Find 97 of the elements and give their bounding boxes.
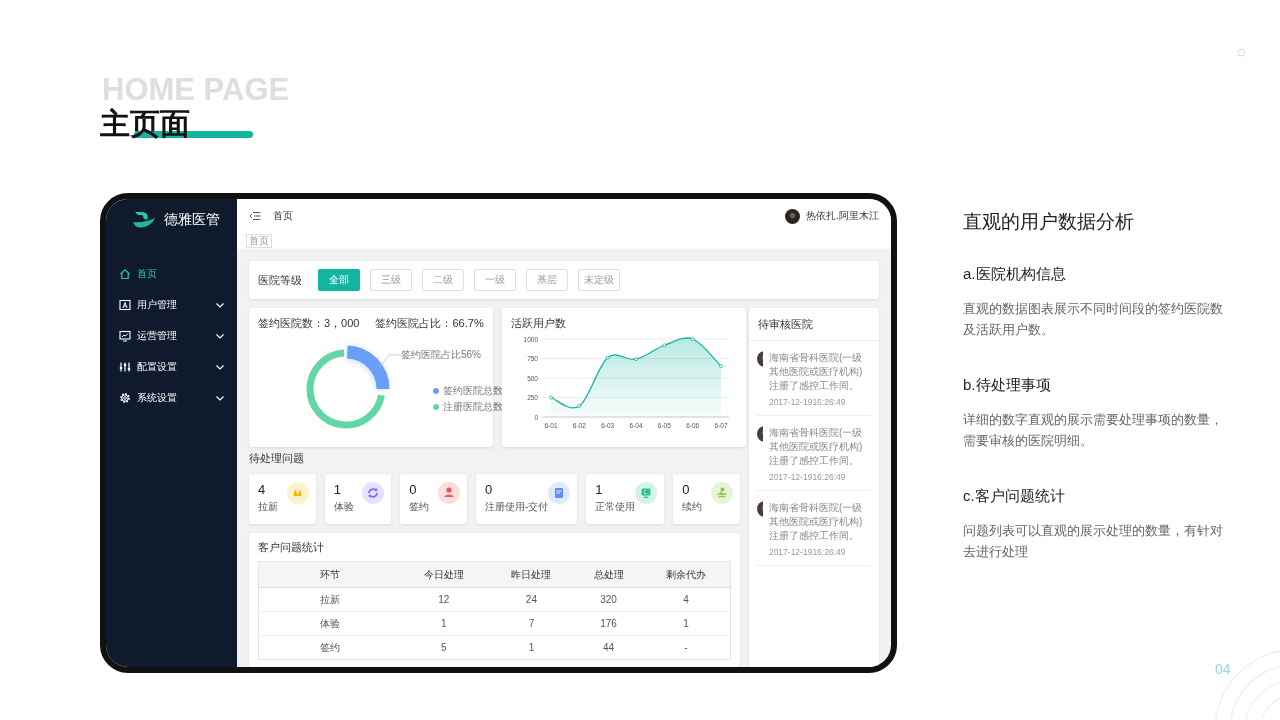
sidebar-item[interactable]: 首页: [106, 264, 237, 283]
id-card-icon: [119, 298, 131, 311]
section-title: 待处理问题: [249, 451, 305, 466]
avatar: [757, 426, 763, 442]
data-point: [662, 343, 666, 348]
stat-value: 0: [682, 482, 691, 497]
section-heading: b.待处理事项: [963, 376, 1052, 395]
page-number: 04: [1215, 661, 1231, 677]
avatar[interactable]: [785, 208, 801, 224]
data-point: [548, 395, 553, 400]
table-title: 客户问题统计: [258, 540, 325, 555]
stat-icon: [286, 482, 309, 504]
stat-value: 0: [485, 482, 494, 497]
sidebar-item[interactable]: 系统设置: [106, 388, 237, 407]
stat-value: 0: [409, 482, 418, 497]
column-header: 昨日处理: [487, 561, 576, 588]
review-time: 2017-12-1916:26:49: [768, 547, 847, 557]
stat-icon: [362, 482, 385, 504]
stat-label: 注册使用-交付: [485, 500, 549, 514]
page-heading: 首页: [273, 209, 294, 223]
section-heading: c.客户问题统计: [963, 487, 1066, 506]
notes-heading: 直观的用户数据分析: [963, 210, 1135, 234]
filter-label: 医院等级: [258, 272, 302, 288]
table-cell: 4: [641, 587, 731, 612]
stat-label: 体验: [333, 500, 354, 514]
table-cell: 1: [641, 611, 731, 636]
section-text: 直观的数据图表展示不同时间段的签约医院数及活跃用户数。: [963, 300, 1224, 339]
signed-count: 签约医院数：3，000: [258, 316, 360, 331]
table-cell: 176: [575, 611, 642, 636]
sidebar-item[interactable]: 配置设置: [106, 357, 237, 376]
filter-button[interactable]: 未定级: [578, 269, 620, 291]
circle-ornament: [1237, 48, 1246, 57]
data-point: [690, 337, 695, 341]
table-cell: 12: [400, 587, 488, 612]
table-cell: 签约: [258, 635, 401, 660]
donut-annotation: 签约医院占比56%: [401, 348, 481, 362]
table-cell: 体验: [258, 611, 401, 636]
table-cell: 44: [575, 635, 642, 660]
review-message: 海南省骨科医院(一级其他医院或医疗机构)注册了感控工作间。: [768, 351, 864, 393]
filter-button[interactable]: 基层: [526, 269, 568, 291]
table-cell: 7: [487, 611, 576, 636]
app-name: 德雅医管: [164, 211, 220, 229]
column-header: 剩余代办: [641, 561, 731, 588]
stat-icon: [635, 482, 658, 504]
review-time: 2017-12-1916:26:49: [768, 472, 847, 482]
section-text: 问题列表可以直观的展示处理的数量，有针对去进行处理: [963, 522, 1224, 561]
stat-label: 签约: [409, 500, 430, 514]
column-header: 环节: [258, 561, 401, 588]
table-cell: 拉新: [258, 587, 401, 612]
stat-label: 续约: [682, 500, 703, 514]
table-cell: 1: [400, 611, 488, 636]
stat-label: 正常使用: [595, 500, 636, 514]
filter-button[interactable]: 二级: [422, 269, 464, 291]
table-cell: 24: [487, 587, 576, 612]
data-point: [605, 355, 610, 360]
filter-button[interactable]: 三级: [370, 269, 412, 291]
review-message: 海南省骨科医院(一级其他医院或医疗机构)注册了感控工作间。: [768, 426, 864, 468]
sidebar-item[interactable]: 用户管理: [106, 295, 237, 314]
home-icon: [119, 267, 131, 280]
data-point: [718, 364, 723, 369]
section-heading: a.医院机构信息: [963, 265, 1067, 284]
sliders-icon: [119, 360, 131, 373]
section-text: 详细的数字直观的展示需要处理事项的数量，需要审核的医院明细。: [963, 411, 1224, 450]
stat-value: 1: [333, 482, 342, 497]
chart-monitor-icon: [119, 329, 131, 342]
logo-icon: [132, 210, 156, 230]
stat-value: 1: [595, 482, 604, 497]
legend-label: 签约医院总数: [443, 384, 503, 398]
table-cell: -: [641, 635, 731, 660]
breadcrumb-tab[interactable]: 首页: [246, 234, 272, 248]
panel-title: 待审核医院: [749, 308, 879, 341]
stat-icon: [548, 482, 571, 504]
filter-button[interactable]: 一级: [474, 269, 516, 291]
column-header: 今日处理: [400, 561, 488, 588]
stat-value: 4: [258, 482, 267, 497]
avatar: [757, 501, 763, 517]
legend-label: 注册医院总数: [443, 400, 503, 414]
data-point: [633, 357, 638, 362]
user-name: 热依扎.阿里木江: [806, 209, 879, 223]
menu-icon[interactable]: [249, 211, 261, 221]
review-message: 海南省骨科医院(一级其他医院或医疗机构)注册了感控工作间。: [768, 501, 864, 543]
chart-title: 活跃用户数: [510, 316, 566, 331]
stat-icon: [438, 482, 460, 504]
gear-icon: [119, 391, 131, 404]
column-header: 总处理: [575, 561, 642, 588]
table-cell: 5: [400, 635, 488, 660]
table-cell: 320: [575, 587, 642, 612]
table-cell: 1: [487, 635, 576, 660]
signed-ratio: 签约医院占比：66.7%: [375, 316, 484, 331]
avatar: [757, 351, 763, 367]
stat-icon: [711, 482, 733, 504]
stat-label: 拉新: [258, 500, 278, 514]
leader-line: [379, 354, 401, 368]
filter-button[interactable]: 全部: [318, 269, 360, 291]
data-point: [577, 404, 581, 408]
sidebar-item[interactable]: 运营管理: [106, 326, 237, 345]
review-time: 2017-12-1916:26:49: [768, 397, 847, 407]
